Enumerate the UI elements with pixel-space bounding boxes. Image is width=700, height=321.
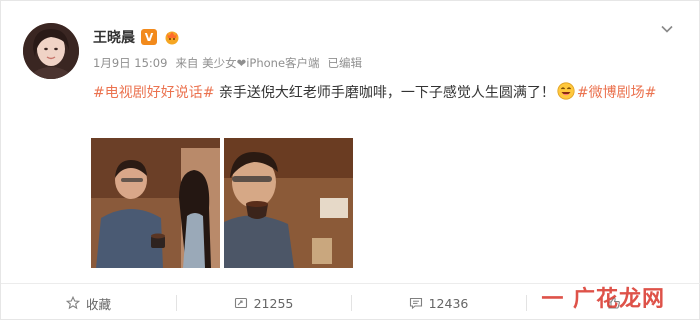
member-badge-icon[interactable]	[163, 29, 181, 45]
post-meta: 1月9日 15:09 来自 美少女❤iPhone客户端 已编辑	[93, 55, 362, 71]
post-text: #电视剧好好说话# 亲手送倪大红老师手磨咖啡，一下子感觉人生圆满了！ #微博剧场#	[93, 81, 689, 105]
weibo-post-card: 王晓晨 V 1月9日 15:09 来自 美少女❤iPhone客户端 已编辑 #电…	[0, 0, 700, 320]
post-body: 亲手送倪大红老师手磨咖啡，一下子感觉人生圆满了！	[214, 85, 555, 101]
post-date[interactable]: 1月9日 15:09	[93, 55, 167, 71]
repost-count: 21255	[253, 295, 294, 311]
favorite-button[interactable]: 收藏	[1, 285, 176, 321]
post-photo-2[interactable]	[224, 138, 353, 268]
repost-button[interactable]: 21255	[176, 285, 351, 321]
comment-icon	[409, 297, 422, 310]
chevron-down-icon[interactable]	[659, 21, 675, 37]
site-watermark: 一 广花龙网	[541, 286, 665, 312]
comment-count: 12436	[428, 295, 469, 311]
laughing-emoji-icon	[557, 82, 575, 100]
star-icon	[65, 296, 80, 310]
verified-badge[interactable]: V	[141, 29, 157, 45]
edited-label[interactable]: 已编辑	[328, 55, 363, 71]
post-photo-1[interactable]	[91, 138, 220, 268]
comment-button[interactable]: 12436	[351, 285, 526, 321]
hashtag-link[interactable]: #微博剧场#	[577, 85, 656, 101]
user-name[interactable]: 王晓晨	[93, 27, 135, 47]
post-source: 来自 美少女❤iPhone客户端	[175, 56, 320, 70]
repost-icon	[234, 297, 247, 309]
hashtag-link[interactable]: #电视剧好好说话#	[93, 85, 214, 101]
avatar[interactable]	[23, 23, 79, 79]
favorite-label: 收藏	[85, 296, 111, 312]
user-header: 王晓晨 V	[93, 27, 181, 47]
